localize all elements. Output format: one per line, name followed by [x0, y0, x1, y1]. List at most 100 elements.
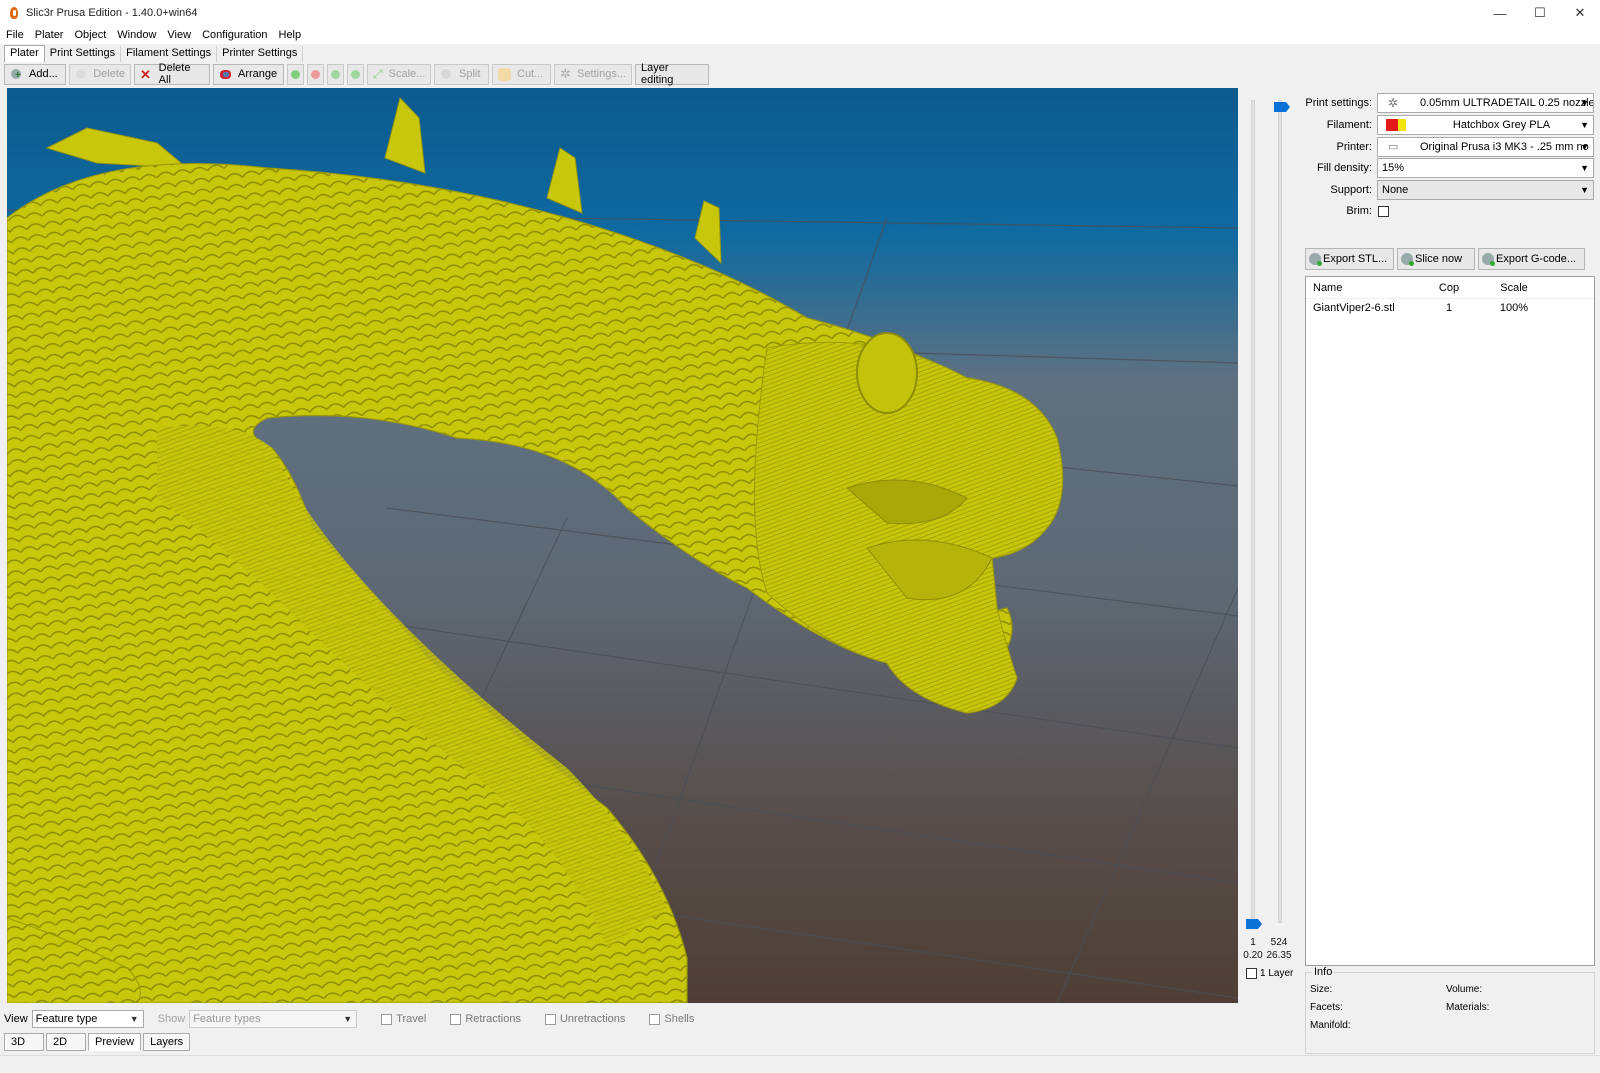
fill-density-select[interactable]: 15% ▼ — [1377, 158, 1594, 178]
increase-copies-button[interactable] — [287, 63, 304, 85]
export-stl-button[interactable]: Export STL... — [1305, 248, 1394, 270]
shells-label: Shells — [664, 1013, 695, 1025]
tab-layers[interactable]: Layers — [143, 1033, 191, 1051]
one-layer-toggle[interactable]: 1 Layer — [1246, 968, 1293, 979]
slice-icon — [1401, 253, 1414, 266]
add-icon — [10, 68, 23, 81]
tab-filament-settings[interactable]: Filament Settings — [121, 46, 218, 62]
brim-checkbox[interactable] — [1378, 205, 1389, 217]
split-button[interactable]: Split — [434, 63, 489, 85]
gear-icon: ✲ — [560, 65, 571, 81]
export-gcode-button[interactable]: Export G-code... — [1478, 248, 1585, 270]
arrange-label: Arrange — [238, 68, 278, 80]
unretractions-checkbox[interactable] — [544, 1013, 556, 1025]
retractions-toggle[interactable]: Retractions — [450, 1013, 521, 1025]
column-scale-header[interactable]: Scale — [1470, 282, 1558, 294]
menu-window[interactable]: Window — [117, 29, 156, 41]
menu-bar: File Plater Object Window View Configura… — [0, 26, 1600, 44]
travel-toggle[interactable]: Travel — [381, 1013, 426, 1025]
upper-layer-slider-handle[interactable] — [1274, 102, 1290, 112]
close-icon[interactable]: ✕ — [1560, 0, 1600, 26]
menu-configuration[interactable]: Configuration — [202, 29, 267, 41]
rotate-right-button[interactable] — [347, 63, 364, 85]
print-settings-label: Print settings: — [1305, 97, 1372, 109]
delete-all-button[interactable]: ✕ Delete All — [134, 62, 210, 86]
show-features-select[interactable]: Feature types ▼ — [189, 1010, 358, 1028]
tab-printer-settings[interactable]: Printer Settings — [217, 46, 304, 62]
scale-button[interactable]: ⤢ Scale... — [367, 63, 431, 85]
cut-label: Cut... — [517, 68, 544, 80]
tab-print-settings[interactable]: Print Settings — [45, 46, 122, 62]
window-title: Slic3r Prusa Edition - 1.40.0+win64 — [26, 7, 198, 19]
object-scale: 100% — [1499, 302, 1529, 314]
support-select[interactable]: None ▼ — [1377, 180, 1594, 200]
shells-toggle[interactable]: Shells — [649, 1013, 694, 1025]
view-tabs: 3D 2D Preview Layers — [4, 1033, 192, 1051]
chevron-down-icon: ▼ — [343, 1014, 353, 1024]
lower-layer-slider-handle[interactable] — [1246, 919, 1262, 929]
action-buttons: Export STL... Slice now Export G-code... — [1305, 248, 1595, 272]
filament-color-red-swatch — [1386, 119, 1398, 131]
decrease-copies-button[interactable] — [307, 63, 324, 85]
print-settings-row: Print settings: ✲ 0.05mm ULTRADETAIL 0.2… — [1305, 93, 1595, 113]
minimize-icon[interactable]: — — [1480, 0, 1520, 26]
rotate-right-icon — [351, 69, 360, 79]
table-row[interactable]: GiantViper2-6.stl 1 100% — [1306, 299, 1594, 317]
3d-preview-canvas[interactable] — [7, 88, 1238, 1003]
unretractions-toggle[interactable]: Unretractions — [544, 1013, 625, 1025]
tab-3d[interactable]: 3D — [4, 1033, 44, 1051]
filament-value: Hatchbox Grey PLA — [1452, 119, 1551, 131]
menu-object[interactable]: Object — [74, 29, 106, 41]
slice-now-button[interactable]: Slice now — [1397, 248, 1475, 270]
column-copies-header[interactable]: Cop — [1428, 282, 1470, 294]
print-settings-select[interactable]: ✲ 0.05mm ULTRADETAIL 0.25 nozzle ▼ — [1377, 93, 1594, 113]
view-type-select[interactable]: Feature type ▼ — [31, 1010, 144, 1028]
title-bar: Slic3r Prusa Edition - 1.40.0+win64 — ☐ … — [0, 0, 1600, 26]
menu-view[interactable]: View — [167, 29, 191, 41]
retractions-checkbox[interactable] — [450, 1013, 462, 1025]
export-stl-icon — [1309, 253, 1322, 266]
delete-button[interactable]: Delete — [69, 63, 131, 85]
layer-editing-button[interactable]: Layer editing — [635, 62, 709, 86]
cut-button[interactable]: Cut... — [492, 63, 551, 85]
maximize-icon[interactable]: ☐ — [1520, 0, 1560, 26]
status-bar — [0, 1055, 1600, 1073]
object-list-header: Name Cop Scale — [1306, 277, 1594, 299]
lower-layer-slider-track[interactable] — [1251, 100, 1255, 923]
object-name: GiantViper2-6.stl — [1313, 302, 1395, 314]
tab-2d[interactable]: 2D — [46, 1033, 86, 1051]
arrange-button[interactable]: Arrange — [213, 63, 284, 85]
filament-row: Filament: Hatchbox Grey PLA ▼ — [1305, 115, 1595, 135]
view-type-value: Feature type — [35, 1013, 98, 1025]
chevron-down-icon: ▼ — [1580, 163, 1589, 173]
rotate-left-button[interactable] — [327, 63, 344, 85]
printer-value: Original Prusa i3 MK3 - .25 mm no — [1420, 141, 1589, 153]
one-layer-checkbox[interactable] — [1246, 968, 1257, 979]
printer-select[interactable]: ▭ Original Prusa i3 MK3 - .25 mm no ▼ — [1377, 137, 1594, 157]
menu-plater[interactable]: Plater — [35, 29, 64, 41]
delete-all-label: Delete All — [158, 62, 191, 86]
menu-help[interactable]: Help — [279, 29, 302, 41]
upper-layer-slider-track[interactable] — [1278, 100, 1282, 923]
menu-file[interactable]: File — [6, 29, 24, 41]
support-label: Support: — [1330, 184, 1372, 196]
column-name-header[interactable]: Name — [1306, 282, 1428, 294]
gear-icon: ✲ — [1388, 96, 1399, 110]
brim-label: Brim: — [1346, 205, 1372, 217]
delete-icon — [75, 68, 87, 81]
info-manifold: Manifold: — [1310, 1020, 1351, 1031]
delete-all-icon: ✕ — [140, 66, 151, 82]
preview-options: View Feature type ▼ Show Feature types ▼… — [4, 1009, 1304, 1029]
scale-icon: ⤢ — [373, 66, 383, 81]
shells-checkbox[interactable] — [649, 1013, 661, 1025]
filament-label: Filament: — [1326, 119, 1372, 131]
travel-checkbox[interactable] — [381, 1013, 393, 1025]
settings-button[interactable]: ✲ Settings... — [554, 63, 632, 85]
object-list[interactable]: Name Cop Scale GiantViper2-6.stl 1 100% — [1305, 276, 1595, 966]
tab-preview[interactable]: Preview — [88, 1033, 142, 1051]
add-button[interactable]: Add... — [4, 63, 66, 85]
tab-plater[interactable]: Plater — [4, 45, 45, 62]
filament-select[interactable]: Hatchbox Grey PLA ▼ — [1377, 115, 1594, 135]
delete-label: Delete — [93, 68, 125, 80]
main-tabs: Plater Print Settings Filament Settings … — [0, 44, 1600, 62]
